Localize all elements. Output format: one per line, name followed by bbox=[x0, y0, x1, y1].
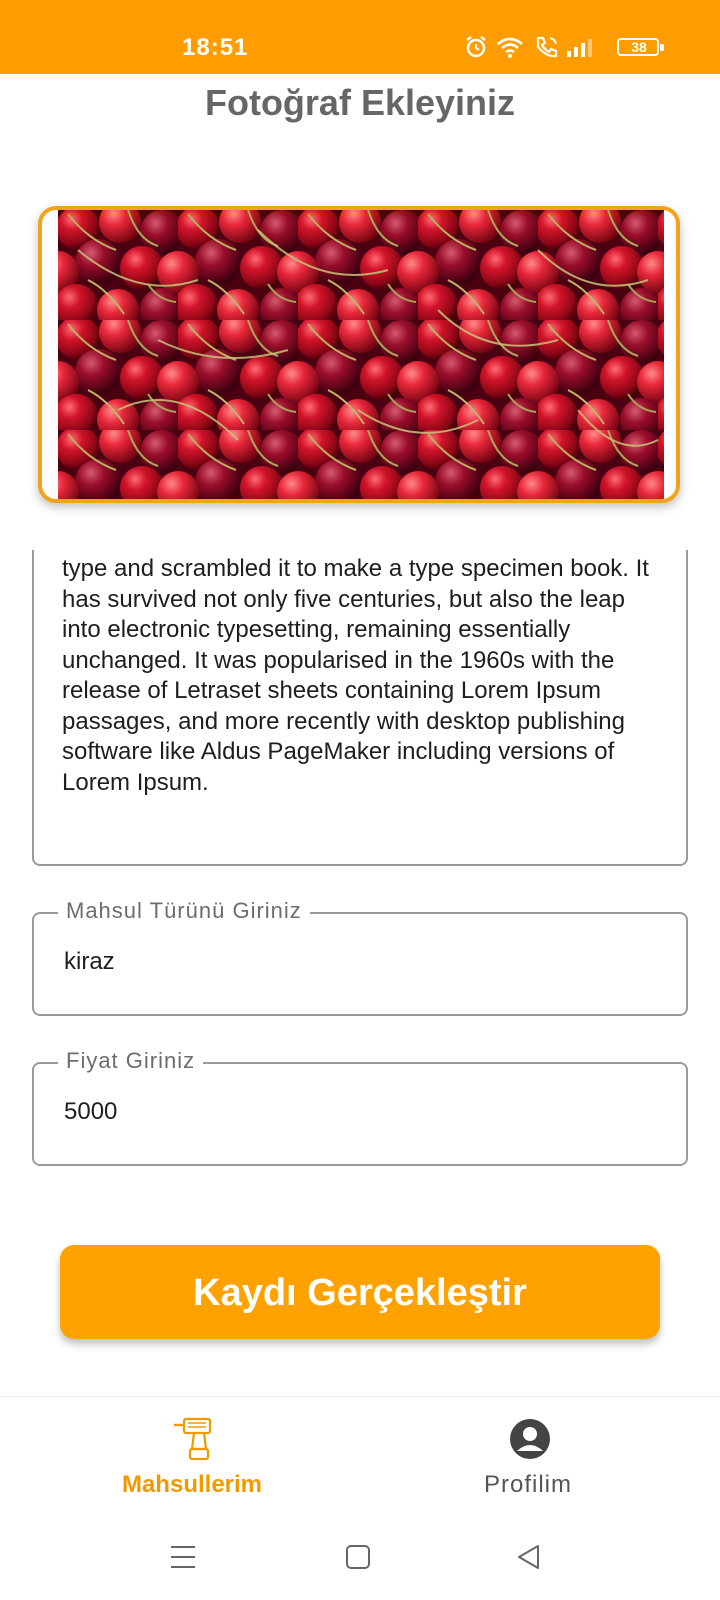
price-label: Fiyat Giriniz bbox=[58, 1048, 204, 1074]
menu-icon[interactable] bbox=[170, 1544, 196, 1570]
drill-icon bbox=[174, 1417, 212, 1461]
nav-item-mahsullerim[interactable]: Mahsullerim bbox=[72, 1397, 312, 1517]
account-circle-icon bbox=[510, 1419, 550, 1459]
price-value: 5000 bbox=[64, 1098, 118, 1125]
save-button[interactable]: Kaydı Gerçekleştir bbox=[60, 1245, 660, 1339]
alarm-icon bbox=[466, 36, 486, 58]
crop-type-label: Mahsul Türünü Giriniz bbox=[58, 898, 310, 924]
call-icon bbox=[536, 36, 558, 58]
photo-picker[interactable] bbox=[38, 206, 680, 503]
battery-level: 38 bbox=[631, 39, 647, 55]
nav-item-profilim[interactable]: Profilim bbox=[408, 1397, 648, 1517]
nav-label-mahsullerim: Mahsullerim bbox=[121, 1471, 263, 1498]
description-text: type and scrambled it to make a type spe… bbox=[62, 555, 649, 796]
home-icon[interactable] bbox=[345, 1544, 371, 1570]
price-field[interactable]: Fiyat Giriniz 5000 bbox=[32, 1048, 688, 1166]
bottom-nav: Mahsullerim Profilim bbox=[0, 1396, 720, 1517]
nav-label-profilim: Profilim bbox=[483, 1471, 572, 1498]
back-icon[interactable] bbox=[516, 1543, 542, 1571]
system-nav-bar bbox=[0, 1516, 720, 1600]
cherries-photo bbox=[58, 210, 664, 499]
status-time: 18:51 bbox=[182, 34, 249, 61]
crop-type-field[interactable]: Mahsul Türünü Giriniz kiraz bbox=[32, 898, 688, 1016]
signal-icon bbox=[567, 39, 592, 57]
status-bar: 18:51 38 bbox=[0, 0, 720, 74]
wifi-icon bbox=[497, 37, 523, 58]
page-title: Fotoğraf Ekleyiniz bbox=[204, 82, 516, 123]
crop-type-value: kiraz bbox=[64, 948, 115, 975]
